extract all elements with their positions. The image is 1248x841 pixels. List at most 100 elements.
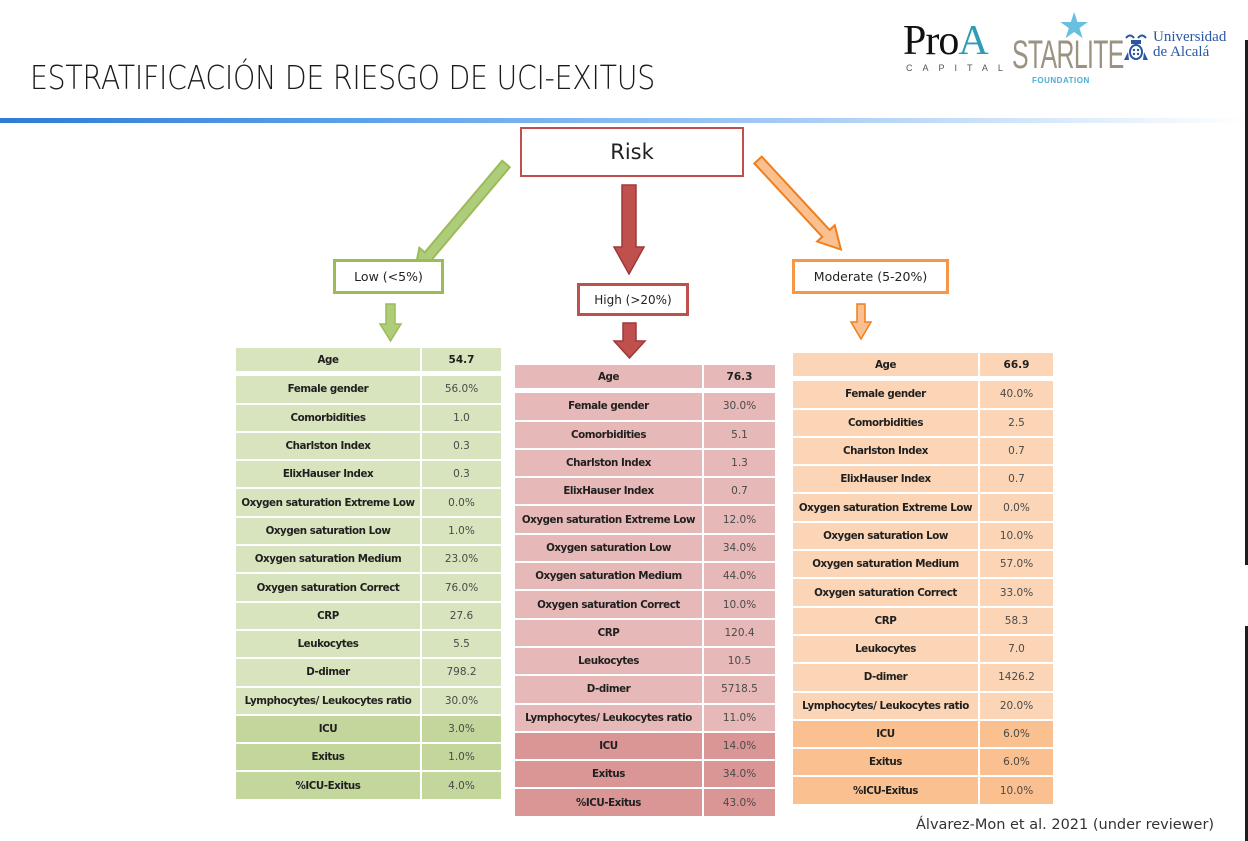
table-row: Charlston Index 0.7 [793,437,1055,467]
row-label: Charlston Index [236,432,422,462]
table-row: Female gender 30.0% [515,393,777,422]
table-row: %ICU-Exitus 43.0% [515,789,777,818]
table-row: Lymphocytes/ Leukocytes ratio 11.0% [515,704,777,733]
row-label: Oxygen saturation Medium [515,563,704,592]
row-label: Lymphocytes/ Leukocytes ratio [515,704,704,733]
row-label: ICU [793,720,980,750]
row-value: 76.3 [704,365,777,394]
row-value: 20.0% [980,692,1055,721]
row-value: 0.0% [980,494,1055,523]
moderate-risk-box: Moderate (5-20%) [792,259,949,294]
row-value: 2.5 [980,409,1055,438]
row-label: ElixHauser Index [793,466,980,495]
table-row: %ICU-Exitus 4.0% [236,772,503,801]
row-label: CRP [515,619,704,648]
row-value: 10.0% [704,591,777,620]
row-value: 44.0% [704,563,777,592]
arrow-to-high [612,184,646,276]
table-row: Oxygen saturation Medium 23.0% [236,546,503,575]
row-value: 56.0% [422,376,503,405]
table-row: Oxygen saturation Low 34.0% [515,534,777,564]
row-label: Leukocytes [793,635,980,665]
table-row: Age 66.9 [793,353,1055,382]
row-label: Oxygen saturation Medium [236,546,422,575]
table-row: D-dimer 798.2 [236,659,503,688]
row-label: Oxygen saturation Correct [793,579,980,608]
row-value: 120.4 [704,619,777,648]
row-label: Comorbidities [515,421,704,450]
table-row: Charlston Index 0.3 [236,432,503,462]
row-label: Oxygen saturation Low [236,517,422,547]
table-row: Exitus 6.0% [793,749,1055,778]
table-row: D-dimer 1426.2 [793,664,1055,693]
row-label: Oxygen saturation Medium [793,551,980,580]
table-row: Comorbidities 2.5 [793,409,1055,438]
arrow-low-to-table [378,303,403,343]
table-row: Charlston Index 1.3 [515,449,777,479]
row-value: 43.0% [704,789,777,818]
risk-root-box: Risk [520,127,744,177]
row-label: ICU [236,715,422,745]
row-label: CRP [236,602,422,631]
row-value: 23.0% [422,546,503,575]
row-value: 10.0% [980,777,1055,806]
row-label: Comorbidities [236,404,422,433]
table-row: CRP 58.3 [793,607,1055,636]
arrow-high-to-table [612,322,647,360]
table-row: Lymphocytes/ Leukocytes ratio 20.0% [793,692,1055,721]
row-value: 30.0% [704,393,777,422]
row-value: 5.5 [422,630,503,660]
row-label: Age [515,365,704,394]
row-value: 10.5 [704,647,777,677]
row-label: Oxygen saturation Extreme Low [793,494,980,523]
row-value: 10.0% [980,522,1055,552]
row-label: D-dimer [793,664,980,693]
table-row: ElixHauser Index 0.7 [793,466,1055,495]
row-value: 33.0% [980,579,1055,608]
table-row: %ICU-Exitus 10.0% [793,777,1055,806]
row-value: 34.0% [704,761,777,790]
table-row: Oxygen saturation Low 1.0% [236,517,503,547]
table-row: Lymphocytes/ Leukocytes ratio 30.0% [236,687,503,716]
table-row: Female gender 56.0% [236,376,503,405]
citation: Álvarez-Mon et al. 2021 (under reviewer) [916,817,1215,833]
row-label: Female gender [515,393,704,422]
row-label: Lymphocytes/ Leukocytes ratio [793,692,980,721]
row-label: Charlston Index [515,449,704,479]
row-value: 1.0% [422,517,503,547]
row-value: 0.3 [422,432,503,462]
low-risk-table: Age 54.7 Female gender 56.0% Comorbidities 1.… [236,348,503,801]
table-row: Oxygen saturation Low 10.0% [793,522,1055,552]
row-value: 34.0% [704,534,777,564]
row-value: 4.0% [422,772,503,801]
row-value: 57.0% [980,551,1055,580]
row-value: 40.0% [980,381,1055,410]
table-row: ElixHauser Index 0.7 [515,478,777,507]
row-label: Age [793,353,980,382]
table-row: ICU 6.0% [793,720,1055,750]
table-row: Oxygen saturation Medium 57.0% [793,551,1055,580]
row-value: 5718.5 [704,676,777,705]
arrow-to-moderate [752,155,843,252]
row-label: Comorbidities [793,409,980,438]
row-label: %ICU-Exitus [793,777,980,806]
row-label: ElixHauser Index [236,461,422,490]
row-value: 30.0% [422,687,503,716]
low-risk-box: Low (<5%) [333,259,444,294]
table-row: Oxygen saturation Extreme Low 0.0% [236,489,503,518]
table-row: Oxygen saturation Extreme Low 0.0% [793,494,1055,523]
table-row: Age 54.7 [236,348,503,377]
row-value: 54.7 [422,348,503,377]
row-value: 12.0% [704,506,777,535]
row-value: 27.6 [422,602,503,631]
row-value: 798.2 [422,659,503,688]
row-value: 0.7 [704,478,777,507]
row-value: 58.3 [980,607,1055,636]
row-label: Exitus [793,749,980,778]
row-label: Oxygen saturation Correct [236,574,422,603]
row-label: D-dimer [515,676,704,705]
row-label: Oxygen saturation Correct [515,591,704,620]
row-value: 0.7 [980,466,1055,495]
row-label: D-dimer [236,659,422,688]
row-label: Lymphocytes/ Leukocytes ratio [236,687,422,716]
